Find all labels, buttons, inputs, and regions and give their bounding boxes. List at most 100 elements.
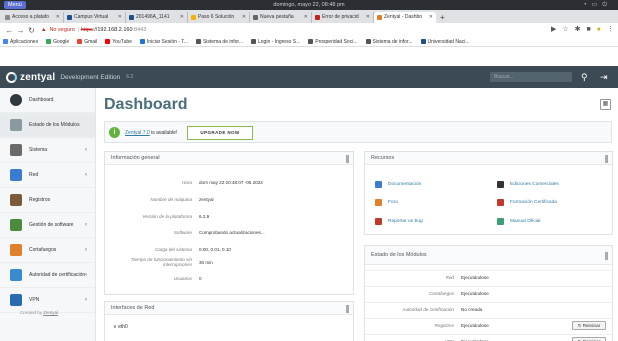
- security-label[interactable]: No seguro: [49, 27, 74, 33]
- new-tab-button[interactable]: +: [436, 12, 449, 23]
- interface-toggle[interactable]: ∨ eth0: [113, 324, 128, 330]
- drag-handle-icon[interactable]: [346, 155, 349, 163]
- bookmark-item[interactable]: Prosperidad Soci...: [308, 39, 358, 45]
- forward-icon[interactable]: →: [15, 26, 26, 35]
- os-clock: domingo, mayo 22, 08:48 pm: [273, 2, 345, 8]
- browser-tab[interactable]: Zentyal - Dashbo ✕: [374, 12, 436, 23]
- logout-icon[interactable]: ⇥: [600, 70, 608, 84]
- sidebar-item[interactable]: Sistema ‹: [0, 138, 95, 163]
- bookmark-icon: [308, 39, 314, 44]
- module-row: Autoridad de certificación No creada: [365, 302, 612, 316]
- bookmark-icon: [46, 39, 52, 44]
- drag-handle-icon[interactable]: [346, 305, 349, 313]
- search-icon[interactable]: ⚲: [581, 70, 588, 84]
- reading-list-icon[interactable]: ■: [587, 24, 591, 36]
- sidebar-item[interactable]: Gestión de software ‹: [0, 213, 95, 238]
- sidebar-item[interactable]: Autoridad de certificación ‹: [0, 263, 95, 288]
- bookmark-item[interactable]: Sistema de infor...: [195, 39, 243, 45]
- resource-icon: [375, 181, 382, 188]
- drag-handle-icon[interactable]: [605, 252, 608, 260]
- url-scheme: https: [80, 27, 93, 33]
- wifi-icon[interactable]: ◔: [583, 2, 592, 8]
- close-icon[interactable]: ✕: [304, 12, 308, 23]
- resources-panel-header: Recursos: [365, 152, 612, 165]
- restart-button[interactable]: ↻ Reiniciar: [572, 321, 606, 330]
- zentyal-header: zentyal Development Edition 6.2 Buscar..…: [0, 66, 618, 88]
- close-icon[interactable]: ✕: [56, 12, 60, 23]
- resource-label: Formación Certificada: [510, 200, 557, 205]
- info-key: Software: [173, 230, 192, 235]
- sidebar-item-icon: [10, 169, 22, 181]
- close-icon[interactable]: ✕: [429, 12, 433, 23]
- resource-icon: [497, 181, 504, 188]
- bookmark-icon: [77, 39, 83, 44]
- restart-button[interactable]: ↻ Reiniciar: [572, 337, 606, 341]
- bookmark-item[interactable]: Aplicaciones: [3, 39, 38, 45]
- browser-tab[interactable]: Paso 6 Solución ✕: [188, 12, 250, 23]
- sidebar-item[interactable]: Cortafuegos ‹: [0, 238, 95, 263]
- browser-tab[interactable]: Error de privacid ✕: [312, 12, 374, 23]
- dashboard-config-icon[interactable]: ▦: [600, 99, 611, 110]
- power-icon[interactable]: ⏻: [602, 2, 612, 8]
- search-input[interactable]: Buscar...: [490, 72, 572, 82]
- resource-link[interactable]: Reportar un bug: [375, 218, 423, 225]
- bookmark-item[interactable]: Universidad Naci...: [420, 38, 470, 45]
- profile-icon[interactable]: ●: [597, 24, 601, 36]
- resource-icon: [497, 199, 504, 206]
- module-row: Registros Ejecutándose ↻ Reiniciar: [365, 318, 612, 332]
- bookmark-item[interactable]: Iniciar Sesión - T...: [139, 39, 188, 45]
- resource-link[interactable]: Foro: [375, 199, 398, 206]
- address-bar[interactable]: ▲ No seguro | https://192.168.2.160:8443: [41, 25, 561, 36]
- sidebar: Dashboard Estado de los Módulos Sistema ‹ Re…: [0, 88, 96, 341]
- warning-icon[interactable]: ▲: [41, 27, 46, 33]
- resource-label: Foro: [388, 200, 398, 205]
- bookmark-item[interactable]: Login - Ingreso S...: [251, 39, 300, 45]
- sidebar-item-icon: [10, 244, 22, 256]
- zentyal-logo[interactable]: zentyal Development Edition 6.2: [6, 70, 133, 84]
- resource-link[interactable]: Documentación: [375, 181, 421, 188]
- resource-label: Manual Oficial: [510, 219, 541, 224]
- reload-icon[interactable]: ↻: [26, 26, 37, 35]
- module-name: Autoridad de certificación: [402, 307, 454, 312]
- url-host: ://192.168.2.160: [92, 27, 133, 33]
- star-icon[interactable]: ☆: [562, 24, 568, 36]
- tab-title: Zentyal - Dashbo: [384, 14, 423, 20]
- battery-icon[interactable]: ▭: [592, 2, 603, 8]
- close-icon[interactable]: ✕: [180, 12, 184, 23]
- notice-link[interactable]: Zentyal 7.0: [125, 130, 150, 136]
- bookmark-label: Universidad Naci...: [427, 38, 470, 45]
- bookmark-item[interactable]: Google: [46, 39, 69, 45]
- resource-link[interactable]: Ediciones Comerciales: [497, 181, 559, 188]
- tab-favicon-icon: [129, 15, 134, 20]
- browser-toolbar: ← → ↻ ▲ No seguro | https://192.168.2.16…: [0, 23, 618, 37]
- tab-favicon-icon: [315, 15, 320, 20]
- zentyal-logo-icon: [6, 71, 17, 83]
- resource-link[interactable]: Formación Certificada: [497, 199, 557, 206]
- more-icon[interactable]: ⋮: [607, 24, 614, 36]
- sidebar-item[interactable]: Red ‹: [0, 163, 95, 188]
- sidebar-item[interactable]: Registros: [0, 188, 95, 213]
- resource-link[interactable]: Manual Oficial: [497, 218, 540, 225]
- sidebar-item[interactable]: Dashboard: [0, 88, 95, 113]
- bookmark-item[interactable]: YouTube: [105, 39, 132, 45]
- browser-tab[interactable]: Nueva pestaña ✕: [250, 12, 312, 23]
- created-by-link[interactable]: Zentyal: [43, 310, 58, 315]
- resource-label: Reportar un bug: [388, 219, 423, 224]
- extensions-icon[interactable]: ✱: [575, 24, 581, 36]
- sidebar-item[interactable]: Estado de los Módulos: [0, 113, 95, 138]
- browser-tab[interactable]: 201496A_1141 ✕: [126, 12, 188, 23]
- upgrade-button[interactable]: UPGRADE NOW: [187, 126, 253, 140]
- close-icon[interactable]: ✕: [366, 12, 370, 23]
- browser-tab[interactable]: Acceso a platafo ✕: [2, 12, 64, 23]
- resource-icon: [497, 218, 504, 225]
- bookmark-item[interactable]: Sistema de infor...: [365, 39, 413, 45]
- drag-handle-icon[interactable]: [605, 155, 608, 163]
- close-icon[interactable]: ✕: [242, 12, 246, 23]
- cast-icon[interactable]: ▶: [551, 24, 556, 36]
- info-panel: Información general Hora dom may 22 20:48…: [104, 151, 354, 295]
- back-icon[interactable]: ←: [4, 26, 15, 35]
- close-icon[interactable]: ✕: [118, 12, 122, 23]
- browser-tab[interactable]: Campus Virtual ✕: [64, 12, 126, 23]
- info-key: Usuarios: [173, 276, 192, 281]
- bookmark-item[interactable]: Gmail: [77, 39, 97, 45]
